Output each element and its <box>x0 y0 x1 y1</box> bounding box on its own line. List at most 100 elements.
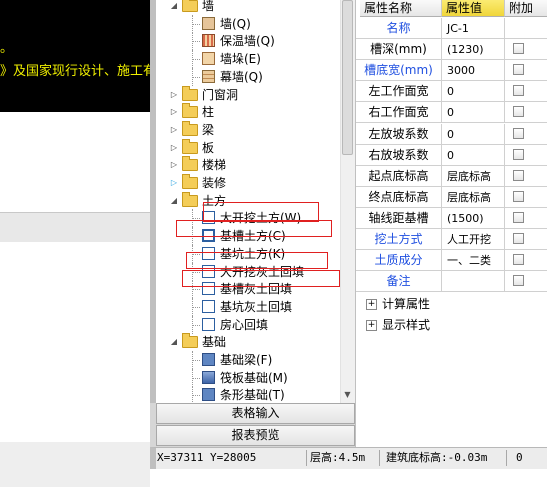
tree-item-row[interactable]: 条形基础(T) <box>156 386 346 403</box>
tree-folder-row[interactable]: ▷ 楼梯 <box>156 156 346 174</box>
tree-item-row[interactable]: 大开挖土方(W) <box>156 209 346 228</box>
collapsed-arrow-icon[interactable]: ▷ <box>170 139 178 157</box>
tree-item-row[interactable]: 基坑灰土回填 <box>156 297 346 316</box>
property-row[interactable]: 左工作面宽 0 <box>356 81 547 103</box>
tree-folder-row[interactable]: ▷ 梁 <box>156 120 346 139</box>
table-input-button[interactable]: 表格输入 <box>156 403 355 424</box>
tree-item-row[interactable]: 保温墙(Q) <box>156 32 346 51</box>
tree-item-row[interactable]: 墙垛(E) <box>156 50 346 69</box>
property-row[interactable]: 名称 JC-1 <box>356 18 547 39</box>
tree-scrollbar-thumb[interactable] <box>342 0 353 155</box>
collapsed-arrow-icon[interactable]: ▷ <box>170 103 178 121</box>
property-group-row[interactable]: + 计算属性 <box>356 294 547 314</box>
property-row[interactable]: 起点底标高 层底标高 <box>356 165 547 187</box>
tree-folder-row[interactable]: ▷ 装修 <box>156 174 346 192</box>
property-value-field[interactable] <box>442 271 505 293</box>
tree-folder-row[interactable]: ◢ 基础 <box>156 333 346 351</box>
expand-plus-icon[interactable]: + <box>366 299 377 311</box>
property-row[interactable]: 右工作面宽 0 <box>356 102 547 124</box>
add-checkbox[interactable] <box>513 127 524 139</box>
tree-item-label: 基坑土方(K) <box>220 246 286 261</box>
property-value-field[interactable]: 层底标高 <box>442 186 505 208</box>
tree-item-row[interactable]: 基槽土方(C) <box>156 227 346 246</box>
add-checkbox[interactable] <box>513 169 524 181</box>
property-value-field[interactable]: 0 <box>442 144 505 166</box>
property-name: 右放坡系数 <box>356 144 442 166</box>
folder-icon <box>182 138 198 154</box>
tree-connector-line <box>192 59 200 61</box>
add-checkbox[interactable] <box>513 254 524 266</box>
tree-item-row[interactable]: 墙(Q) <box>156 14 346 33</box>
tree-folder-row[interactable]: ▷ 柱 <box>156 103 346 121</box>
collapsed-arrow-icon[interactable]: ▷ <box>170 86 178 104</box>
tree-item-row[interactable]: 基坑土方(K) <box>156 244 346 263</box>
tree-item-row[interactable]: 基础梁(F) <box>156 351 346 369</box>
property-row[interactable]: 备注 <box>356 271 547 293</box>
collapsed-arrow-icon[interactable]: ▷ <box>170 121 178 139</box>
tree-folder-row[interactable]: ◢ 土方 <box>156 191 346 210</box>
tree-item-row[interactable]: 筏板基础(M) <box>156 368 346 387</box>
tree-item-row[interactable]: 大开挖灰土回填 <box>156 262 346 281</box>
tree-item-row[interactable]: 基槽灰土回填 <box>156 280 346 299</box>
tree-folder-row[interactable]: ▷ 门窗洞 <box>156 85 346 104</box>
property-name: 名称 <box>356 18 442 39</box>
folder-icon <box>182 174 198 189</box>
property-value-field[interactable]: (1230) <box>442 39 505 61</box>
tree-connector-line <box>192 289 200 291</box>
scroll-down-arrow-icon[interactable]: ▼ <box>340 387 355 403</box>
property-add-cell <box>505 187 547 208</box>
property-row[interactable]: 终点底标高 层底标高 <box>356 186 547 208</box>
report-preview-button[interactable]: 报表预览 <box>156 425 355 446</box>
tree-item-row[interactable]: 幕墙(Q) <box>156 67 346 86</box>
tree-connector-line <box>192 23 200 25</box>
property-row[interactable]: 左放坡系数 0 <box>356 123 547 145</box>
tree-connector-line <box>192 253 200 255</box>
add-checkbox[interactable] <box>513 148 524 160</box>
add-checkbox[interactable] <box>513 211 524 223</box>
add-checkbox[interactable] <box>513 106 524 118</box>
property-row[interactable]: 右放坡系数 0 <box>356 144 547 166</box>
property-add-cell <box>505 81 547 103</box>
add-checkbox[interactable] <box>513 43 524 55</box>
expanded-arrow-icon[interactable]: ◢ <box>170 0 178 15</box>
property-value-field[interactable]: 层底标高 <box>442 165 505 187</box>
property-row[interactable]: 挖土方式 人工开挖 <box>356 229 547 250</box>
expanded-arrow-icon[interactable]: ◢ <box>170 333 178 351</box>
property-value-field[interactable]: 人工开挖 <box>442 229 505 250</box>
tree-folder-row[interactable]: ▷ 板 <box>156 138 346 157</box>
property-row[interactable]: 槽底宽(mm) 3000 <box>356 60 547 82</box>
floor-height: 层高:4.5m <box>310 451 366 464</box>
property-group-label: 计算属性 <box>382 297 431 312</box>
collapsed-arrow-icon[interactable]: ▷ <box>170 156 178 174</box>
property-value-field[interactable]: 0 <box>442 123 505 145</box>
add-checkbox[interactable] <box>513 275 524 287</box>
property-add-cell <box>505 208 547 229</box>
tree-item-row[interactable]: 房心回填 <box>156 315 346 334</box>
property-group-row[interactable]: + 显示样式 <box>356 315 547 335</box>
property-value-field[interactable]: 0 <box>442 81 505 103</box>
property-name: 左放坡系数 <box>356 123 442 145</box>
property-value-field[interactable]: (1500) <box>442 207 505 229</box>
expanded-arrow-icon[interactable]: ◢ <box>170 192 178 210</box>
tree-item-label: 基坑灰土回填 <box>220 299 293 314</box>
property-value-field[interactable]: 一、二类 <box>442 250 505 272</box>
tree-folder-label: 柱 <box>202 105 215 120</box>
property-row[interactable]: 土质成分 一、二类 <box>356 250 547 272</box>
property-add-header: 附加 <box>505 0 547 17</box>
tree-folder-row[interactable]: ◢ 墙 <box>156 0 346 15</box>
property-row[interactable]: 槽深(mm) (1230) <box>356 39 547 61</box>
collapsed-arrow-icon[interactable]: ▷ <box>170 174 178 192</box>
property-value-field[interactable]: 0 <box>442 102 505 124</box>
property-add-cell <box>505 18 547 39</box>
add-checkbox[interactable] <box>513 190 524 202</box>
property-value-field[interactable]: JC-1 <box>442 18 505 39</box>
tree-item-label: 大开挖灰土回填 <box>220 264 305 279</box>
folder-icon <box>182 120 198 136</box>
add-checkbox[interactable] <box>513 233 524 244</box>
property-row[interactable]: 轴线距基槽 (1500) <box>356 207 547 229</box>
tree-item-label: 大开挖土方(W) <box>220 211 302 226</box>
expand-plus-icon[interactable]: + <box>366 320 377 332</box>
property-value-field[interactable]: 3000 <box>442 60 505 82</box>
add-checkbox[interactable] <box>513 85 524 97</box>
add-checkbox[interactable] <box>513 64 524 76</box>
